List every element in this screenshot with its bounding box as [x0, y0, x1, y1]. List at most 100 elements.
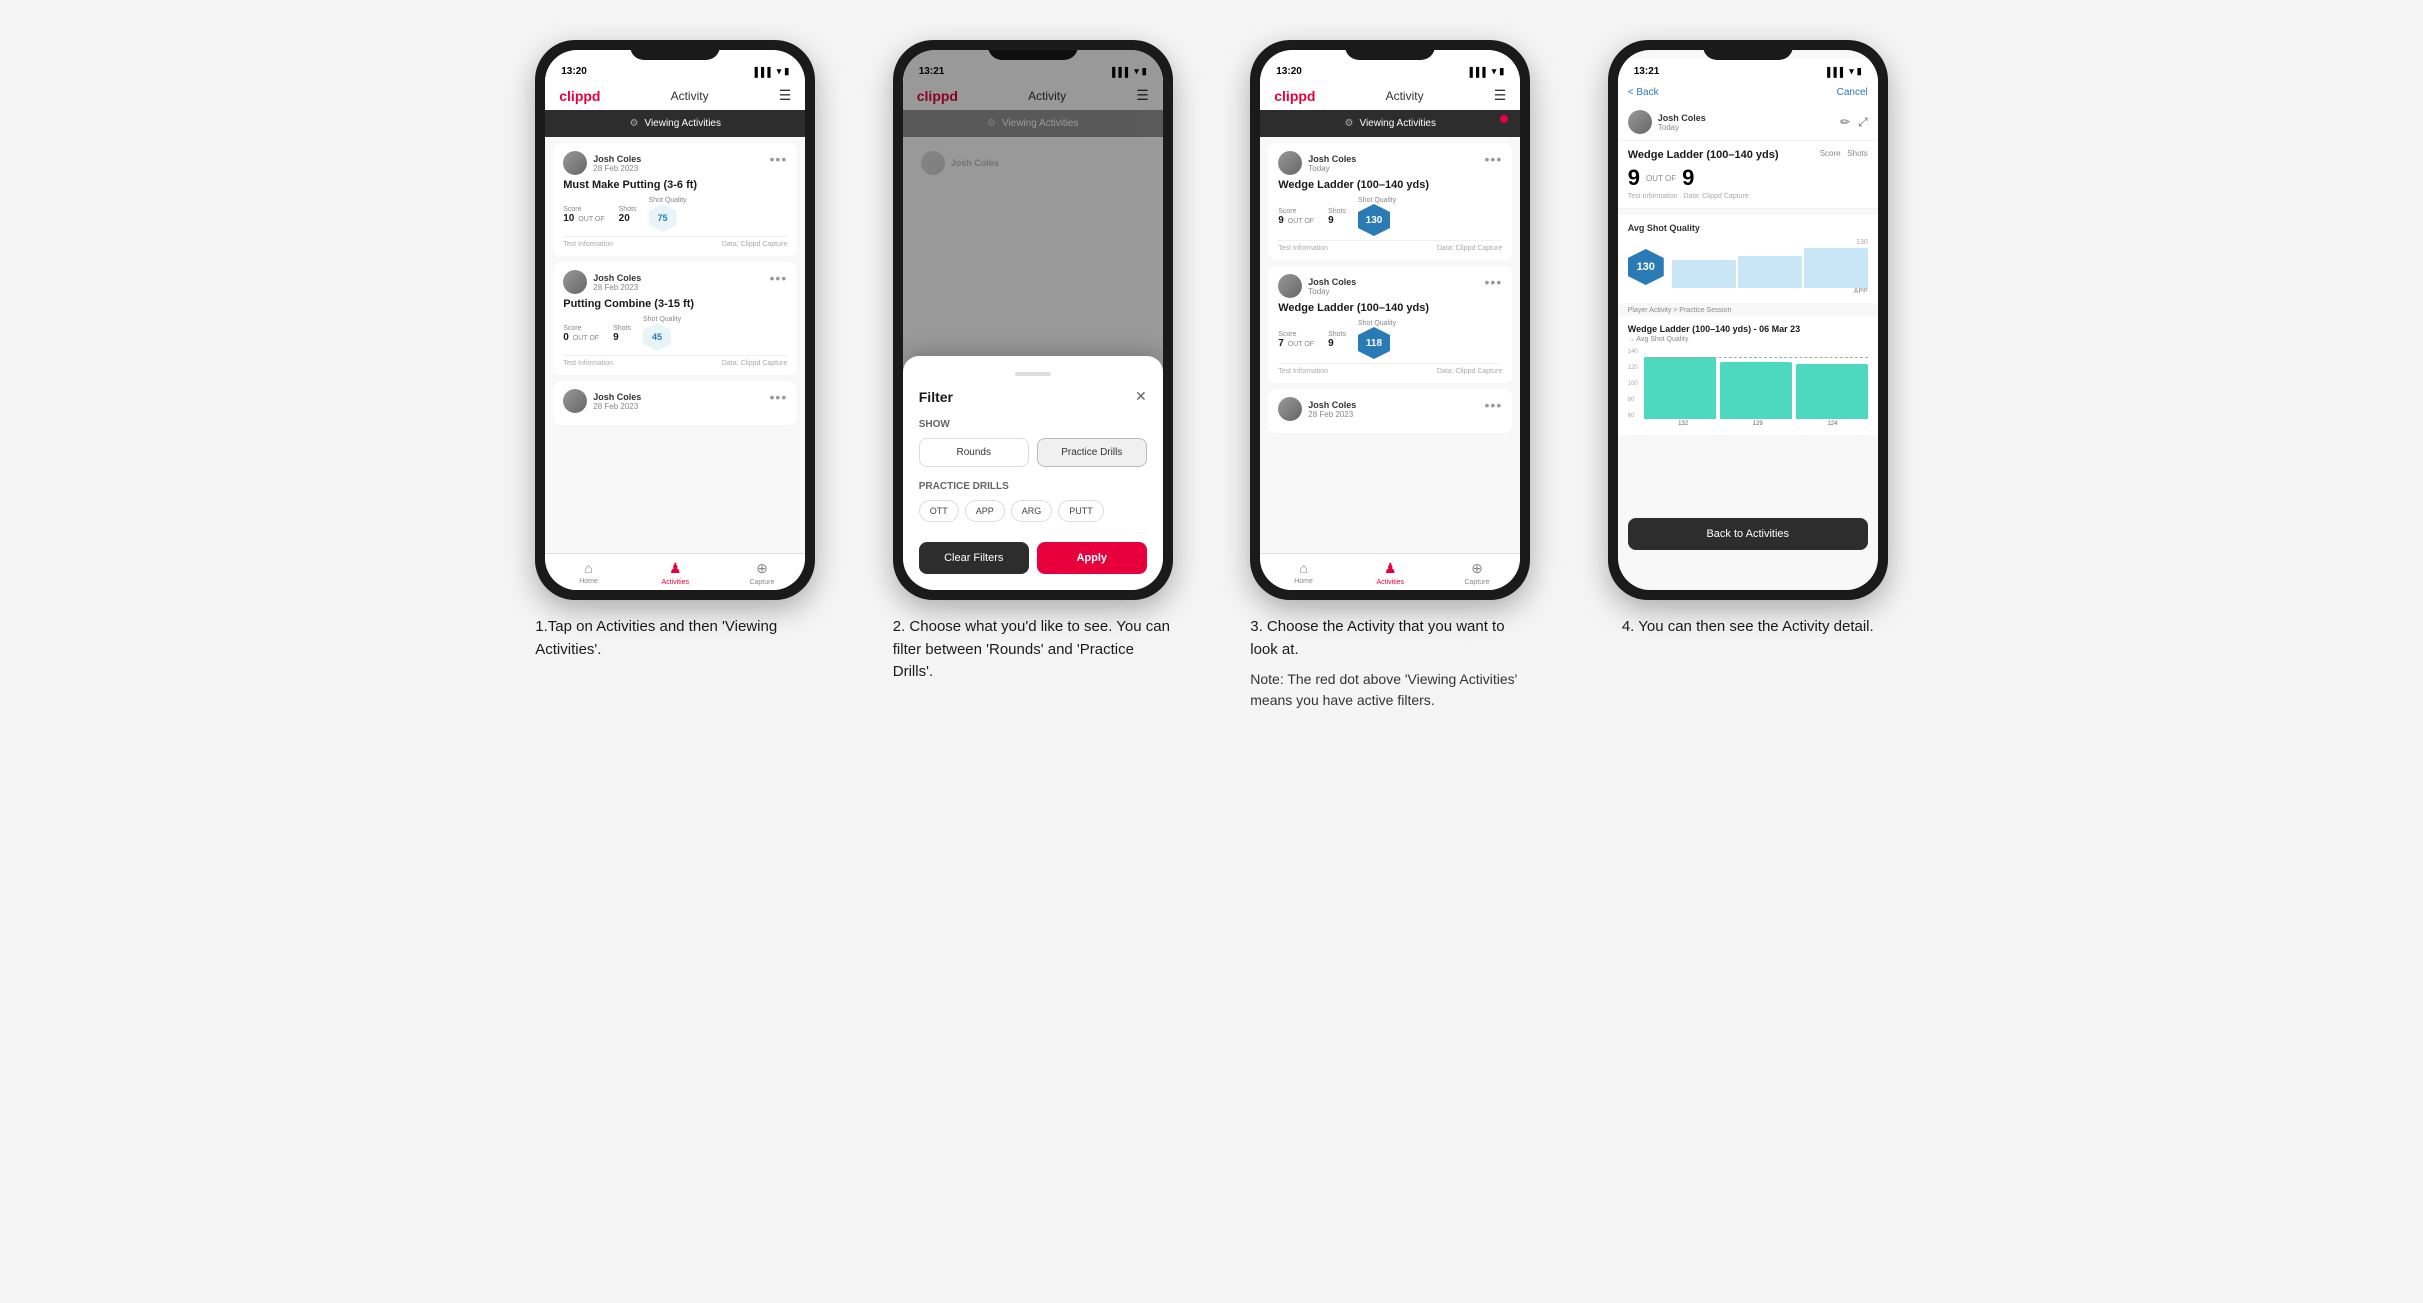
user-name-3-1: Josh Coles: [1308, 154, 1356, 164]
logo-3: clippd: [1274, 88, 1315, 104]
rounds-toggle-btn[interactable]: Rounds: [919, 438, 1029, 467]
nav-activities-1[interactable]: ♟ Activities: [632, 560, 719, 586]
menu-icon-3[interactable]: ☰: [1494, 87, 1507, 104]
activity-card-3-3[interactable]: Josh Coles 28 Feb 2023 •••: [1268, 389, 1512, 433]
user-name-1-3: Josh Coles: [593, 392, 641, 402]
user-date-1-2: 28 Feb 2023: [593, 283, 641, 292]
practice-drills-toggle-btn[interactable]: Practice Drills: [1037, 438, 1147, 467]
step-3-description: 3. Choose the Activity that you want to …: [1250, 616, 1530, 711]
card-dots-3-1[interactable]: •••: [1485, 151, 1503, 167]
shots-label-1-1: Shots: [619, 206, 637, 213]
activity-card-1-2[interactable]: Josh Coles 28 Feb 2023 ••• Putting Combi…: [553, 262, 797, 375]
status-icons-1: ▌▌▌ ▾ ▮: [755, 66, 790, 77]
card-user-3-2: Josh Coles Today: [1278, 274, 1356, 298]
home-icon-1: ⌂: [584, 560, 592, 576]
phone-3-content: Josh Coles Today ••• Wedge Ladder (100–1…: [1260, 137, 1520, 553]
card-title-3-1: Wedge Ladder (100–140 yds): [1278, 179, 1502, 191]
card-title-3-2: Wedge Ladder (100–140 yds): [1278, 302, 1502, 314]
dashed-line: [1648, 357, 1868, 358]
detail-footer-info: Test Information Data: Clippd Capture: [1628, 193, 1868, 200]
card-footer-1-1: Test Information Data: Clippd Capture: [563, 236, 787, 248]
user-info-3-3: Josh Coles 28 Feb 2023: [1308, 400, 1356, 419]
card-user-3-1: Josh Coles Today: [1278, 151, 1356, 175]
back-activities-btn[interactable]: Back to Activities: [1628, 518, 1868, 550]
viewing-activities-bar-1[interactable]: ⚙ Viewing Activities: [545, 110, 805, 137]
card-dots-3-2[interactable]: •••: [1485, 274, 1503, 290]
pill-arg[interactable]: ARG: [1011, 500, 1053, 522]
card-footer-3-1: Test Information Data: Clippd Capture: [1278, 240, 1502, 252]
phone-notch-1: [630, 40, 720, 60]
wifi-icon-1: ▾: [777, 66, 782, 77]
card-dots-3-3[interactable]: •••: [1485, 397, 1503, 413]
avatar-3-2: [1278, 274, 1302, 298]
detail-header: < Back Cancel: [1618, 81, 1878, 104]
status-time-4: 13:21: [1634, 66, 1660, 77]
clear-filters-btn[interactable]: Clear Filters: [919, 542, 1029, 574]
detail-activity-title: Wedge Ladder (100–140 yds) Score Shots: [1628, 149, 1868, 161]
bottom-nav-1: ⌂ Home ♟ Activities ⊕ Capture: [545, 553, 805, 590]
nav-home-1[interactable]: ⌂ Home: [545, 560, 632, 586]
stat-score-1-1: Score 10 OUT OF: [563, 206, 606, 224]
phone-3-screen: 13:20 ▌▌▌ ▾ ▮ clippd Activity ☰ ⚙ View: [1260, 50, 1520, 590]
user-info-1-3: Josh Coles 28 Feb 2023: [593, 392, 641, 411]
card-title-1-2: Putting Combine (3-15 ft): [563, 298, 787, 310]
nav-activities-3[interactable]: ♟ Activities: [1347, 560, 1434, 586]
user-date-1-3: 28 Feb 2023: [593, 402, 641, 411]
phone-1-screen: 13:20 ▌▌▌ ▾ ▮ clippd Activity ☰ ⚙ View: [545, 50, 805, 590]
stat-shots-3-1: Shots 9: [1328, 208, 1346, 226]
modal-close-btn[interactable]: ✕: [1135, 388, 1147, 405]
pill-ott[interactable]: OTT: [919, 500, 959, 522]
modal-handle: [1015, 372, 1051, 376]
activities-icon-1: ♟: [669, 560, 682, 577]
step-3-text: 3. Choose the Activity that you want to …: [1250, 616, 1530, 661]
menu-icon-1[interactable]: ☰: [779, 87, 792, 104]
bar-2: [1720, 362, 1792, 419]
filter-icon-3: ⚙: [1345, 118, 1354, 129]
cancel-btn[interactable]: Cancel: [1837, 87, 1868, 98]
card-dots-1-1[interactable]: •••: [770, 151, 788, 167]
nav-bar-1: clippd Activity ☰: [545, 81, 805, 110]
stats-row-3-1: Score 9 OUT OF Shots 9 Shot Quality: [1278, 197, 1502, 236]
card-dots-1-3[interactable]: •••: [770, 389, 788, 405]
stats-row-3-2: Score 7 OUT OF Shots 9 Shot Quality: [1278, 320, 1502, 359]
viewing-bar-text-3: Viewing Activities: [1359, 118, 1436, 129]
stat-sq-3-2: Shot Quality 118: [1358, 320, 1396, 359]
user-name-3-3: Josh Coles: [1308, 400, 1356, 410]
step-1-description: 1.Tap on Activities and then 'Viewing Ac…: [535, 616, 815, 661]
step-4-description: 4. You can then see the Activity detail.: [1622, 616, 1874, 639]
nav-capture-3[interactable]: ⊕ Capture: [1434, 560, 1521, 586]
sq-hex-1-2: 45: [643, 323, 671, 351]
mini-bar-3: [1804, 248, 1868, 288]
pill-putt[interactable]: PUTT: [1058, 500, 1104, 522]
edit-icon[interactable]: ✏: [1840, 115, 1850, 130]
avg-sq-section: Avg Shot Quality 130 130: [1618, 215, 1878, 303]
detail-avatar: [1628, 110, 1652, 134]
user-date-3-3: 28 Feb 2023: [1308, 410, 1356, 419]
apply-btn[interactable]: Apply: [1037, 542, 1147, 574]
expand-icon[interactable]: ⤢: [1858, 115, 1868, 130]
card-dots-1-2[interactable]: •••: [770, 270, 788, 286]
card-footer-1-2: Test Information Data: Clippd Capture: [563, 355, 787, 367]
avatar-1-1: [563, 151, 587, 175]
stat-shots-1-1: Shots 20: [619, 206, 637, 224]
pill-app[interactable]: APP: [965, 500, 1005, 522]
bar-1: [1644, 357, 1716, 419]
activities-label-3: Activities: [1376, 579, 1404, 586]
activity-card-3-2[interactable]: Josh Coles Today ••• Wedge Ladder (100–1…: [1268, 266, 1512, 383]
nav-capture-1[interactable]: ⊕ Capture: [719, 560, 806, 586]
sq-hex-4: 130: [1628, 249, 1664, 285]
user-info-1-1: Josh Coles 28 Feb 2023: [593, 154, 641, 173]
user-info-1-2: Josh Coles 28 Feb 2023: [593, 273, 641, 292]
viewing-activities-bar-3[interactable]: ⚙ Viewing Activities: [1260, 110, 1520, 137]
filter-modal: Filter ✕ Show Rounds Practice Drills Pra…: [903, 356, 1163, 590]
drill-chart-title: Wedge Ladder (100–140 yds) - 06 Mar 23: [1628, 324, 1868, 334]
nav-home-3[interactable]: ⌂ Home: [1260, 560, 1347, 586]
status-icons-3: ▌▌▌ ▾ ▮: [1470, 66, 1505, 77]
activity-card-1-3[interactable]: Josh Coles 28 Feb 2023 •••: [553, 381, 797, 425]
activity-card-1-1[interactable]: Josh Coles 28 Feb 2023 ••• Must Make Put…: [553, 143, 797, 256]
back-btn[interactable]: < Back: [1628, 87, 1659, 98]
activity-card-3-1[interactable]: Josh Coles Today ••• Wedge Ladder (100–1…: [1268, 143, 1512, 260]
signal-icon-3: ▌▌▌: [1470, 67, 1489, 77]
filter-icon-1: ⚙: [630, 118, 639, 129]
mini-chart: 130 APP: [1672, 239, 1868, 295]
